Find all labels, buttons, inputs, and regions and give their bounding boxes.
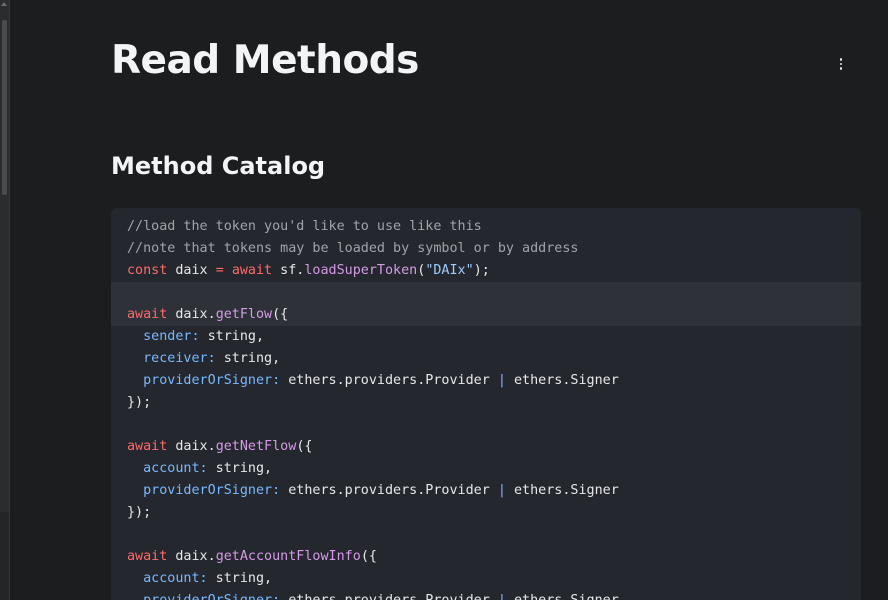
code-line: receiver: string, bbox=[111, 348, 861, 370]
code-token-prop: receiver: bbox=[143, 351, 216, 366]
code-line: await daix.getAccountFlowInfo({ bbox=[111, 546, 861, 568]
code-token-text: ); bbox=[473, 263, 490, 278]
scroll-up-arrow-icon[interactable] bbox=[1, 2, 7, 6]
code-line: providerOrSigner: ethers.providers.Provi… bbox=[111, 370, 861, 392]
code-token-prop: sender: bbox=[143, 329, 200, 344]
code-token-text: daix bbox=[167, 263, 216, 278]
code-token-prop: providerOrSigner: bbox=[143, 373, 281, 388]
code-token-str: "DAIx" bbox=[425, 263, 474, 278]
code-line: await daix.getFlow({ bbox=[111, 304, 861, 326]
kebab-dot bbox=[839, 62, 843, 66]
code-token-op: | bbox=[498, 593, 506, 600]
code-block[interactable]: //load the token you'd like to use like … bbox=[111, 208, 861, 600]
page-title: Read Methods bbox=[111, 38, 419, 83]
code-token-kw: await bbox=[127, 549, 168, 564]
docs-page: Read Methods Method Catalog //load the t… bbox=[0, 0, 888, 600]
code-token-text: ethers.Signer bbox=[505, 373, 619, 388]
left-scroll-rail[interactable] bbox=[0, 0, 10, 600]
code-line: sender: string, bbox=[111, 326, 861, 348]
code-token-text: daix. bbox=[167, 307, 216, 322]
section-title: Method Catalog bbox=[111, 152, 326, 180]
code-token-text: ethers.Signer bbox=[505, 483, 619, 498]
code-token-text: daix. bbox=[167, 549, 216, 564]
code-token-text: ethers.providers.Provider bbox=[280, 593, 498, 600]
code-token-text: string, bbox=[215, 351, 281, 366]
code-token-prop: account: bbox=[143, 461, 208, 476]
code-line: providerOrSigner: ethers.providers.Provi… bbox=[111, 590, 861, 600]
code-line: }); bbox=[111, 502, 861, 524]
code-line: const daix = await sf.loadSuperToken("DA… bbox=[111, 260, 861, 282]
code-token-op: | bbox=[497, 483, 506, 498]
code-line: account: string, bbox=[111, 458, 861, 480]
code-line: account: string, bbox=[111, 568, 861, 590]
code-token-text: string, bbox=[199, 329, 265, 344]
code-token-text: string, bbox=[207, 571, 273, 586]
code-token-fn: loadSuperToken bbox=[304, 263, 418, 278]
code-token-prop: providerOrSigner: bbox=[143, 593, 280, 600]
code-token-text: }); bbox=[127, 505, 152, 520]
code-token-comment: //load the token you'd like to use like … bbox=[127, 219, 482, 234]
code-token-text: }); bbox=[127, 395, 152, 410]
code-token-text: daix. bbox=[167, 439, 216, 454]
code-token-text: ethers.Signer bbox=[506, 593, 619, 600]
code-token-prop: account: bbox=[143, 571, 208, 586]
code-token-text: ({ bbox=[360, 549, 377, 564]
code-token-kw: await bbox=[231, 263, 273, 278]
code-token-comment: //note that tokens may be loaded by symb… bbox=[127, 241, 579, 256]
code-token-text: ethers.providers.Provider bbox=[280, 483, 498, 498]
code-line: //load the token you'd like to use like … bbox=[111, 216, 861, 238]
code-token-kw: const bbox=[127, 263, 168, 278]
code-token-kw: await bbox=[127, 439, 168, 454]
code-token-prop: providerOrSigner: bbox=[143, 483, 281, 498]
code-token-fn: getNetFlow bbox=[215, 439, 297, 454]
code-line: }); bbox=[111, 392, 861, 414]
code-line: //note that tokens may be loaded by symb… bbox=[111, 238, 861, 260]
code-token-text: sf. bbox=[272, 263, 305, 278]
code-token-op: | bbox=[497, 373, 506, 388]
rail-bottom-panel bbox=[0, 512, 9, 600]
code-token-kw: = bbox=[215, 263, 224, 278]
code-line: await daix.getNetFlow({ bbox=[111, 436, 861, 458]
code-token-fn: getFlow bbox=[215, 307, 273, 322]
code-line: providerOrSigner: ethers.providers.Provi… bbox=[111, 480, 861, 502]
code-token-text: ethers.providers.Provider bbox=[280, 373, 498, 388]
kebab-dot bbox=[839, 58, 843, 61]
kebab-dot bbox=[839, 67, 843, 70]
code-token-fn: getAccountFlowInfo bbox=[215, 549, 361, 564]
code-token-kw: await bbox=[127, 307, 168, 322]
code-token-text: string, bbox=[207, 461, 273, 476]
code-line bbox=[111, 282, 861, 304]
code-token-text: ({ bbox=[296, 439, 313, 454]
scrollbar-thumb[interactable] bbox=[2, 20, 7, 195]
code-token-text: ({ bbox=[272, 307, 289, 322]
kebab-menu-icon[interactable] bbox=[832, 54, 850, 74]
